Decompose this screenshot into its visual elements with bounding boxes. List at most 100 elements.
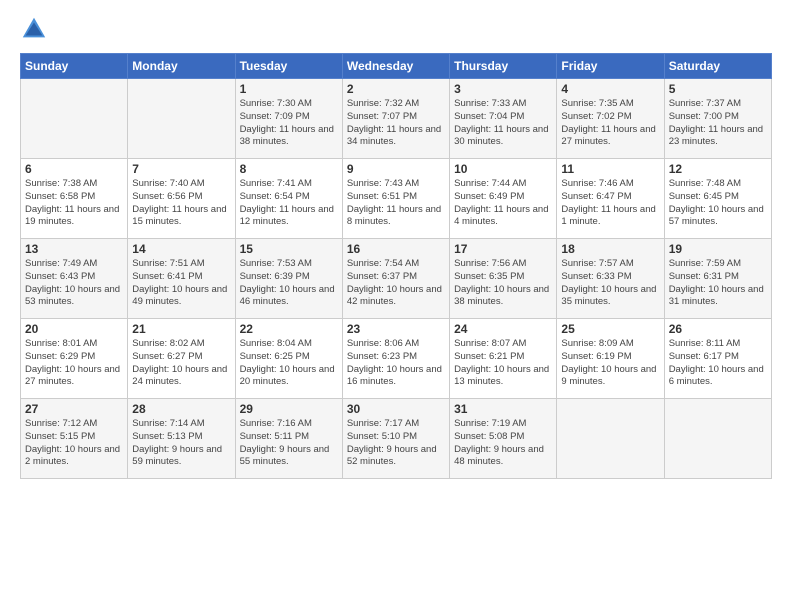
day-number: 20 xyxy=(25,322,123,336)
day-cell: 17 Sunrise: 7:56 AM Sunset: 6:35 PM Dayli… xyxy=(450,239,557,319)
day-number: 29 xyxy=(240,402,338,416)
day-number: 15 xyxy=(240,242,338,256)
day-cell xyxy=(21,79,128,159)
day-info: Sunrise: 7:54 AM Sunset: 6:37 PM Dayligh… xyxy=(347,258,442,307)
day-info: Sunrise: 8:09 AM Sunset: 6:19 PM Dayligh… xyxy=(561,338,656,387)
day-number: 7 xyxy=(132,162,230,176)
day-number: 11 xyxy=(561,162,659,176)
day-info: Sunrise: 7:40 AM Sunset: 6:56 PM Dayligh… xyxy=(132,178,226,227)
week-row-3: 13 Sunrise: 7:49 AM Sunset: 6:43 PM Dayli… xyxy=(21,239,772,319)
day-cell: 15 Sunrise: 7:53 AM Sunset: 6:39 PM Dayli… xyxy=(235,239,342,319)
day-info: Sunrise: 7:16 AM Sunset: 5:11 PM Dayligh… xyxy=(240,418,330,467)
day-info: Sunrise: 7:41 AM Sunset: 6:54 PM Dayligh… xyxy=(240,178,334,227)
day-cell: 13 Sunrise: 7:49 AM Sunset: 6:43 PM Dayli… xyxy=(21,239,128,319)
day-number: 6 xyxy=(25,162,123,176)
day-info: Sunrise: 8:07 AM Sunset: 6:21 PM Dayligh… xyxy=(454,338,549,387)
day-number: 10 xyxy=(454,162,552,176)
day-cell: 18 Sunrise: 7:57 AM Sunset: 6:33 PM Dayli… xyxy=(557,239,664,319)
week-row-2: 6Sunrise: 7:38 AM Sunset: 6:58 PM Daylig… xyxy=(21,159,772,239)
day-info: Sunrise: 8:02 AM Sunset: 6:27 PM Dayligh… xyxy=(132,338,227,387)
day-header-saturday: Saturday xyxy=(664,54,771,79)
day-info: Sunrise: 7:49 AM Sunset: 6:43 PM Dayligh… xyxy=(25,258,120,307)
day-cell: 21 Sunrise: 8:02 AM Sunset: 6:27 PM Dayli… xyxy=(128,319,235,399)
day-cell: 23 Sunrise: 8:06 AM Sunset: 6:23 PM Dayli… xyxy=(342,319,449,399)
day-number: 12 xyxy=(669,162,767,176)
day-number: 17 xyxy=(454,242,552,256)
day-header-monday: Monday xyxy=(128,54,235,79)
header-row: SundayMondayTuesdayWednesdayThursdayFrid… xyxy=(21,54,772,79)
day-number: 18 xyxy=(561,242,659,256)
logo-icon xyxy=(20,15,48,43)
day-info: Sunrise: 8:04 AM Sunset: 6:25 PM Dayligh… xyxy=(240,338,335,387)
day-cell: 25 Sunrise: 8:09 AM Sunset: 6:19 PM Dayli… xyxy=(557,319,664,399)
day-number: 1 xyxy=(240,82,338,96)
day-number: 8 xyxy=(240,162,338,176)
day-info: Sunrise: 7:30 AM Sunset: 7:09 PM Dayligh… xyxy=(240,98,334,147)
day-cell: 28 Sunrise: 7:14 AM Sunset: 5:13 PM Dayli… xyxy=(128,399,235,479)
day-number: 4 xyxy=(561,82,659,96)
day-number: 2 xyxy=(347,82,445,96)
day-header-thursday: Thursday xyxy=(450,54,557,79)
day-number: 28 xyxy=(132,402,230,416)
day-cell: 1 Sunrise: 7:30 AM Sunset: 7:09 PM Daylig… xyxy=(235,79,342,159)
day-cell: 26 Sunrise: 8:11 AM Sunset: 6:17 PM Dayli… xyxy=(664,319,771,399)
day-info: Sunrise: 7:14 AM Sunset: 5:13 PM Dayligh… xyxy=(132,418,222,467)
day-cell: 22Sunrise: 8:04 AM Sunset: 6:25 PM Dayli… xyxy=(235,319,342,399)
day-cell: 10 Sunrise: 7:44 AM Sunset: 6:49 PM Dayli… xyxy=(450,159,557,239)
day-cell: 24 Sunrise: 8:07 AM Sunset: 6:21 PM Dayli… xyxy=(450,319,557,399)
day-cell: 12 Sunrise: 7:48 AM Sunset: 6:45 PM Dayli… xyxy=(664,159,771,239)
day-number: 24 xyxy=(454,322,552,336)
day-cell: 31 Sunrise: 7:19 AM Sunset: 5:08 PM Dayli… xyxy=(450,399,557,479)
day-cell: 4 Sunrise: 7:35 AM Sunset: 7:02 PM Daylig… xyxy=(557,79,664,159)
day-info: Sunrise: 8:11 AM Sunset: 6:17 PM Dayligh… xyxy=(669,338,764,387)
day-cell: 29 Sunrise: 7:16 AM Sunset: 5:11 PM Dayli… xyxy=(235,399,342,479)
day-info: Sunrise: 7:17 AM Sunset: 5:10 PM Dayligh… xyxy=(347,418,437,467)
day-cell: 19 Sunrise: 7:59 AM Sunset: 6:31 PM Dayli… xyxy=(664,239,771,319)
day-number: 21 xyxy=(132,322,230,336)
day-info: Sunrise: 8:06 AM Sunset: 6:23 PM Dayligh… xyxy=(347,338,442,387)
day-info: Sunrise: 7:44 AM Sunset: 6:49 PM Dayligh… xyxy=(454,178,548,227)
day-number: 26 xyxy=(669,322,767,336)
day-info: Sunrise: 7:19 AM Sunset: 5:08 PM Dayligh… xyxy=(454,418,544,467)
day-number: 23 xyxy=(347,322,445,336)
day-info: Sunrise: 7:46 AM Sunset: 6:47 PM Dayligh… xyxy=(561,178,655,227)
day-cell: 5Sunrise: 7:37 AM Sunset: 7:00 PM Daylig… xyxy=(664,79,771,159)
day-number: 5 xyxy=(669,82,767,96)
day-info: Sunrise: 7:57 AM Sunset: 6:33 PM Dayligh… xyxy=(561,258,656,307)
day-number: 19 xyxy=(669,242,767,256)
day-number: 14 xyxy=(132,242,230,256)
day-number: 27 xyxy=(25,402,123,416)
day-header-friday: Friday xyxy=(557,54,664,79)
day-header-tuesday: Tuesday xyxy=(235,54,342,79)
day-number: 25 xyxy=(561,322,659,336)
day-cell: 6Sunrise: 7:38 AM Sunset: 6:58 PM Daylig… xyxy=(21,159,128,239)
day-cell xyxy=(664,399,771,479)
day-number: 31 xyxy=(454,402,552,416)
day-number: 9 xyxy=(347,162,445,176)
day-cell: 7 Sunrise: 7:40 AM Sunset: 6:56 PM Daylig… xyxy=(128,159,235,239)
day-info: Sunrise: 7:53 AM Sunset: 6:39 PM Dayligh… xyxy=(240,258,335,307)
day-number: 16 xyxy=(347,242,445,256)
day-cell: 27Sunrise: 7:12 AM Sunset: 5:15 PM Dayli… xyxy=(21,399,128,479)
day-info: Sunrise: 8:01 AM Sunset: 6:29 PM Dayligh… xyxy=(25,338,120,387)
day-cell: 8 Sunrise: 7:41 AM Sunset: 6:54 PM Daylig… xyxy=(235,159,342,239)
day-cell xyxy=(557,399,664,479)
calendar-page: SundayMondayTuesdayWednesdayThursdayFrid… xyxy=(0,0,792,612)
day-info: Sunrise: 7:48 AM Sunset: 6:45 PM Dayligh… xyxy=(669,178,764,227)
week-row-4: 20 Sunrise: 8:01 AM Sunset: 6:29 PM Dayli… xyxy=(21,319,772,399)
day-cell: 3Sunrise: 7:33 AM Sunset: 7:04 PM Daylig… xyxy=(450,79,557,159)
day-info: Sunrise: 7:35 AM Sunset: 7:02 PM Dayligh… xyxy=(561,98,655,147)
day-cell: 2Sunrise: 7:32 AM Sunset: 7:07 PM Daylig… xyxy=(342,79,449,159)
day-cell: 14 Sunrise: 7:51 AM Sunset: 6:41 PM Dayli… xyxy=(128,239,235,319)
day-info: Sunrise: 7:59 AM Sunset: 6:31 PM Dayligh… xyxy=(669,258,764,307)
day-number: 30 xyxy=(347,402,445,416)
day-info: Sunrise: 7:43 AM Sunset: 6:51 PM Dayligh… xyxy=(347,178,441,227)
day-info: Sunrise: 7:51 AM Sunset: 6:41 PM Dayligh… xyxy=(132,258,227,307)
day-cell: 9 Sunrise: 7:43 AM Sunset: 6:51 PM Daylig… xyxy=(342,159,449,239)
day-header-wednesday: Wednesday xyxy=(342,54,449,79)
day-number: 13 xyxy=(25,242,123,256)
day-cell: 20 Sunrise: 8:01 AM Sunset: 6:29 PM Dayli… xyxy=(21,319,128,399)
day-cell: 16 Sunrise: 7:54 AM Sunset: 6:37 PM Dayli… xyxy=(342,239,449,319)
day-info: Sunrise: 7:56 AM Sunset: 6:35 PM Dayligh… xyxy=(454,258,549,307)
day-number: 3 xyxy=(454,82,552,96)
